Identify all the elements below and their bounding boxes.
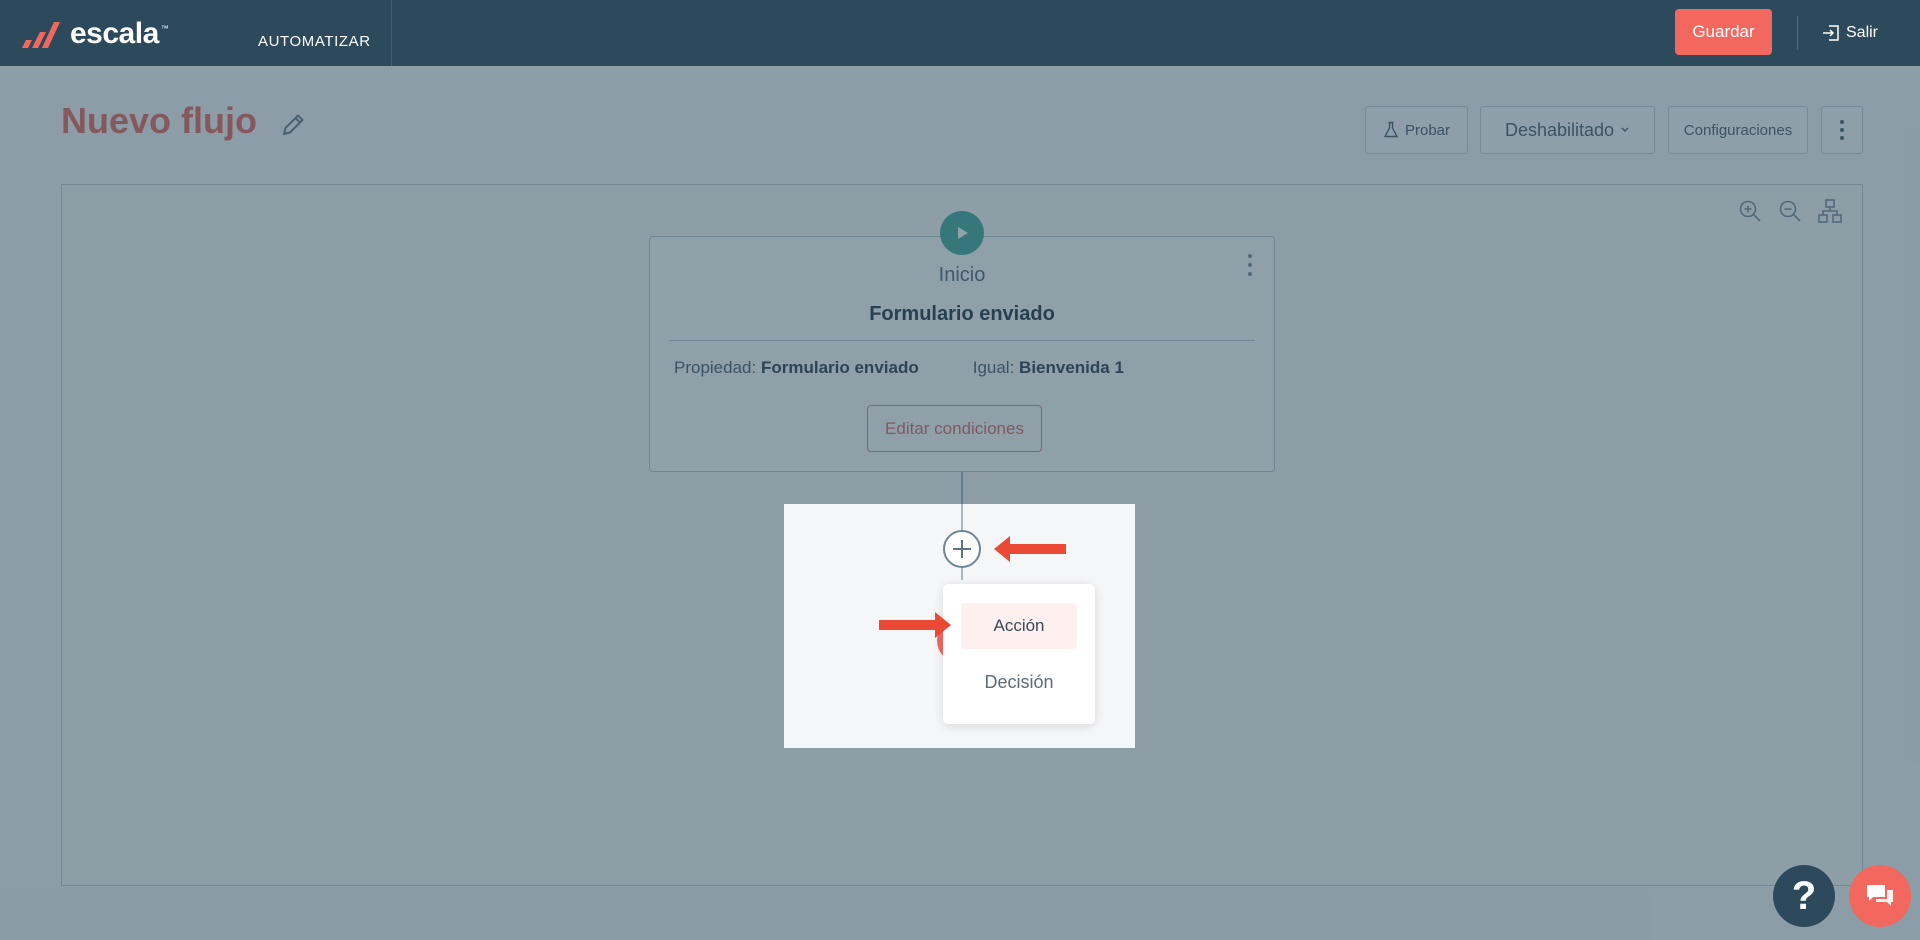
left-arrow-icon: [994, 536, 1066, 562]
add-step-menu: Acción Decisión: [943, 584, 1095, 724]
edit-conditions-button[interactable]: Editar condiciones: [867, 405, 1042, 452]
pencil-icon[interactable]: [278, 110, 308, 140]
top-bar: escala ™ AUTOMATIZAR Guardar Salir: [0, 0, 1920, 66]
chevron-down-icon: [1621, 127, 1629, 132]
plus-icon: [953, 540, 971, 558]
right-arrow-icon: [879, 612, 951, 638]
tutorial-highlight: Acción Decisión: [784, 504, 1135, 748]
condition-property-value: Formulario enviado: [760, 358, 919, 377]
zoom-in-icon[interactable]: [1737, 198, 1763, 224]
settings-button[interactable]: Configuraciones: [1668, 106, 1808, 154]
escala-logo[interactable]: escala ™: [20, 16, 169, 52]
menu-item-decision[interactable]: Decisión: [961, 659, 1077, 705]
brand-trademark: ™: [160, 24, 169, 33]
start-node-divider: [669, 340, 1255, 341]
test-button[interactable]: Probar: [1365, 106, 1468, 154]
add-step-button[interactable]: [943, 530, 981, 568]
chat-icon: [1867, 885, 1893, 906]
flow-title: Nuevo flujo: [61, 100, 257, 141]
play-icon: [940, 211, 984, 255]
nav-automatizar[interactable]: AUTOMATIZAR: [238, 0, 392, 66]
condition-equals-value: Bienvenida 1: [1019, 358, 1124, 377]
start-node-title: Formulario enviado: [869, 303, 1055, 325]
status-label: Deshabilitado: [1504, 119, 1615, 140]
canvas-zoom-tools: [1737, 198, 1843, 224]
condition-equals: Igual: Bienvenida 1: [973, 358, 1124, 378]
topbar-divider: [1797, 16, 1798, 50]
auto-layout-icon[interactable]: [1817, 198, 1843, 224]
help-button[interactable]: ?: [1773, 865, 1835, 927]
condition-property-label: Propiedad:: [674, 358, 757, 377]
exit-button[interactable]: Salir: [1822, 18, 1878, 48]
save-button[interactable]: Guardar: [1675, 9, 1772, 55]
chat-button[interactable]: [1849, 865, 1911, 927]
kebab-menu-icon: [1840, 120, 1844, 140]
more-options-button[interactable]: [1821, 106, 1863, 154]
test-label: Probar: [1404, 121, 1451, 139]
status-dropdown[interactable]: Deshabilitado: [1480, 106, 1655, 154]
exit-icon: [1823, 25, 1839, 41]
escala-logo-icon: [22, 22, 60, 48]
start-node-conditions: Propiedad: Formulario enviado Igual: Bie…: [674, 358, 1124, 378]
brand-name: escala: [70, 17, 159, 50]
condition-equals-label: Igual:: [972, 358, 1015, 377]
start-node-kicker: Inicio: [938, 264, 986, 286]
menu-item-accion[interactable]: Acción: [961, 603, 1077, 649]
zoom-out-icon[interactable]: [1777, 198, 1803, 224]
flask-icon: [1383, 121, 1399, 138]
exit-label: Salir: [1846, 24, 1879, 41]
condition-property: Propiedad: Formulario enviado: [674, 358, 919, 378]
